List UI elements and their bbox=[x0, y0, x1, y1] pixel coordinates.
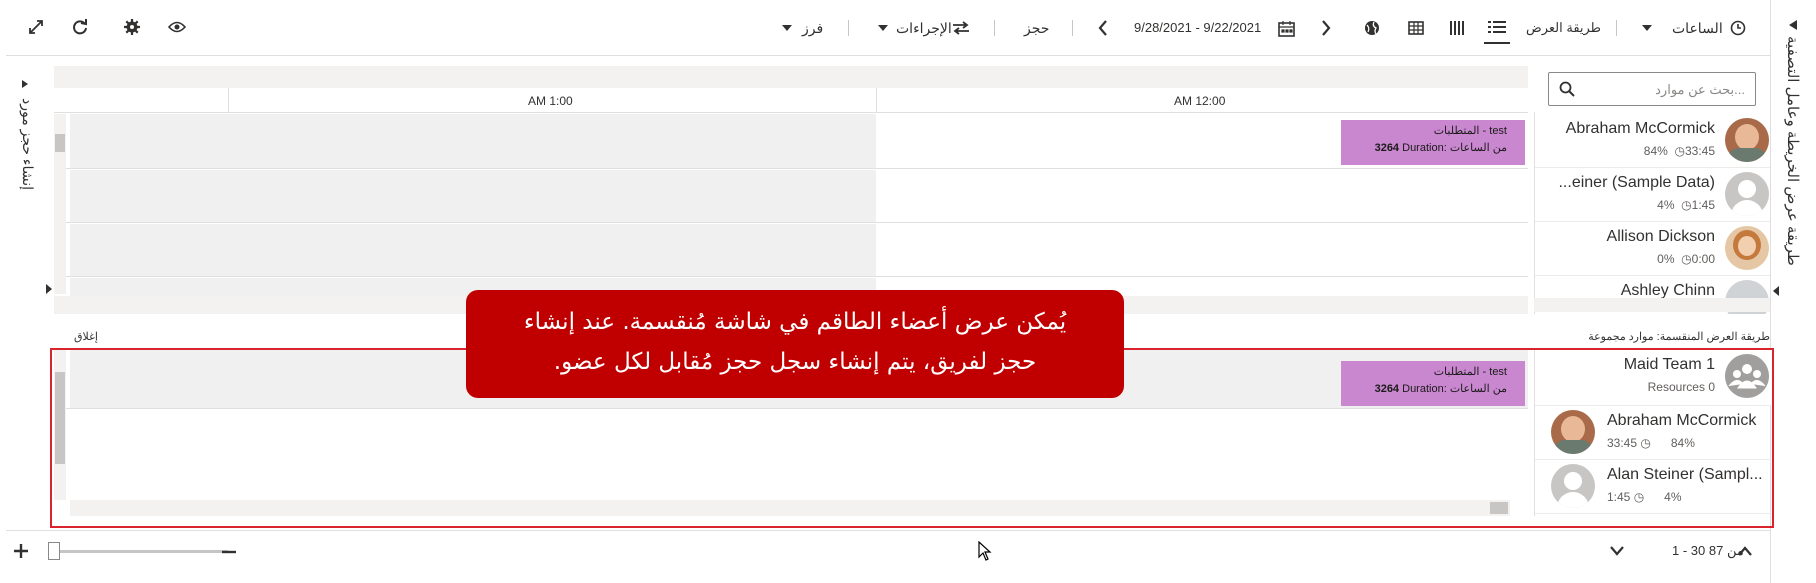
date-range[interactable]: 9/28/2021 - 9/22/2021 bbox=[1134, 14, 1261, 42]
timeline-label-1am: AM 1:00 bbox=[528, 94, 573, 108]
zoom-out-icon[interactable] bbox=[222, 550, 236, 554]
callout-line-1: يُمكن عرض أعضاء الطاقم في شاشة مُنقسمة. … bbox=[523, 309, 1067, 335]
book-button[interactable]: حجز bbox=[1024, 14, 1049, 42]
create-booking-label: إنشاء حجز مورد bbox=[20, 98, 36, 191]
resource-row[interactable]: ...einer (Sample Data) 4% ◷1:45 bbox=[1535, 168, 1770, 222]
zoom-slider[interactable] bbox=[48, 550, 228, 553]
scrollbar-thumb[interactable] bbox=[55, 134, 65, 152]
clock-icon bbox=[1730, 20, 1746, 36]
chevron-down-icon[interactable] bbox=[1642, 25, 1652, 31]
refresh-icon[interactable] bbox=[72, 19, 88, 35]
avatar bbox=[1725, 118, 1769, 162]
callout-tooltip: يُمكن عرض أعضاء الطاقم في شاشة مُنقسمة. … bbox=[466, 290, 1124, 398]
pane-edge-arrow-icon[interactable] bbox=[1773, 286, 1779, 296]
list-view-icon[interactable] bbox=[1488, 20, 1506, 36]
chevron-down-icon[interactable] bbox=[1610, 546, 1624, 556]
swap-arrows-icon bbox=[953, 21, 969, 35]
actions-dropdown[interactable]: الإجراءات bbox=[896, 14, 952, 42]
chevron-right-icon[interactable] bbox=[1321, 20, 1331, 36]
resource-name[interactable]: ...einer (Sample Data) bbox=[1558, 174, 1715, 192]
chevron-left-icon[interactable] bbox=[1098, 20, 1108, 36]
mouse-cursor-icon bbox=[978, 541, 992, 561]
resource-name[interactable]: Allison Dickson bbox=[1607, 228, 1715, 246]
avatar bbox=[1725, 226, 1769, 270]
eye-icon[interactable] bbox=[168, 20, 186, 34]
schedule-grid-top[interactable] bbox=[54, 114, 1528, 314]
timeline-strip bbox=[54, 66, 1528, 88]
resource-list-scrollbar[interactable] bbox=[1534, 298, 1770, 312]
calendar-icon[interactable] bbox=[1278, 20, 1295, 37]
map-filter-pane[interactable]: طريقة عرض الخريطة وعامل التصفية bbox=[1770, 0, 1816, 583]
gantt-view-icon[interactable] bbox=[1450, 20, 1466, 36]
grid-view-icon[interactable] bbox=[1408, 20, 1424, 36]
pagination-label: 1 - 30 من 87 bbox=[1672, 543, 1744, 558]
collapse-triangle-icon[interactable] bbox=[1789, 20, 1797, 30]
resource-row[interactable]: Allison Dickson 0% ◷0:00 bbox=[1535, 222, 1770, 276]
hours-dropdown[interactable]: الساعات bbox=[1672, 14, 1723, 42]
requirement-title: المتطلبات - test bbox=[1433, 125, 1507, 137]
expand-icon[interactable] bbox=[28, 19, 44, 35]
map-filter-pane-label: طريقة عرض الخريطة وعامل التصفية bbox=[1784, 36, 1801, 266]
chevron-down-icon[interactable] bbox=[878, 25, 888, 31]
expand-right-icon[interactable] bbox=[46, 284, 52, 294]
resource-stats: 4% ◷1:45 bbox=[1657, 198, 1715, 212]
view-mode-label: طريقة العرض bbox=[1526, 20, 1602, 35]
footer-bar: 1 - 30 من 87 bbox=[6, 530, 1770, 583]
resource-row[interactable]: Abraham McCormick 84% ◷33:45 bbox=[1535, 114, 1770, 168]
gear-icon[interactable] bbox=[124, 19, 140, 35]
zoom-in-icon[interactable] bbox=[14, 544, 28, 558]
search-icon[interactable] bbox=[1559, 81, 1575, 97]
create-booking-pane[interactable]: إنشاء حجز مورد bbox=[6, 66, 46, 526]
zoom-slider-thumb[interactable] bbox=[48, 542, 60, 560]
expand-triangle-icon[interactable] bbox=[22, 80, 28, 88]
split-view-close-link[interactable]: إغلاق bbox=[74, 330, 98, 343]
sort-dropdown[interactable]: فرز bbox=[802, 14, 823, 42]
requirement-duration-value: 3264 bbox=[1374, 142, 1400, 154]
requirement-block-top[interactable]: المتطلبات - test 3264 Duration: من الساع… bbox=[1341, 120, 1525, 165]
resource-name[interactable]: Abraham McCormick bbox=[1566, 120, 1715, 138]
callout-line-2: حجز لفريق، يتم إنشاء سجل حجز مُقابل لكل … bbox=[553, 349, 1037, 375]
globe-icon[interactable] bbox=[1364, 20, 1380, 36]
schedule-board-toolbar: الساعات طريقة العرض 9/28/2021 - 9/22/202… bbox=[6, 0, 1770, 56]
timeline-header: AM 1:00 AM 12:00 bbox=[54, 88, 1528, 113]
split-view-label: طريقة العرض المنقسمة: موارد مجموعة bbox=[1588, 331, 1770, 343]
requirement-duration-label: Duration: من الساعات bbox=[1402, 142, 1507, 154]
resource-search-placeholder: بحث عن موارد... bbox=[1655, 82, 1745, 97]
resource-search-input[interactable]: بحث عن موارد... bbox=[1548, 72, 1756, 106]
timeline-label-12am: AM 12:00 bbox=[1174, 94, 1226, 108]
chevron-up-icon[interactable] bbox=[1738, 546, 1752, 556]
avatar bbox=[1725, 172, 1769, 216]
resource-stats: 84% ◷33:45 bbox=[1643, 144, 1715, 158]
resource-list-top[interactable]: Abraham McCormick 84% ◷33:45 ...einer (S… bbox=[1534, 112, 1770, 314]
resource-stats: 0% ◷0:00 bbox=[1657, 252, 1715, 266]
chevron-down-icon[interactable] bbox=[782, 25, 792, 31]
